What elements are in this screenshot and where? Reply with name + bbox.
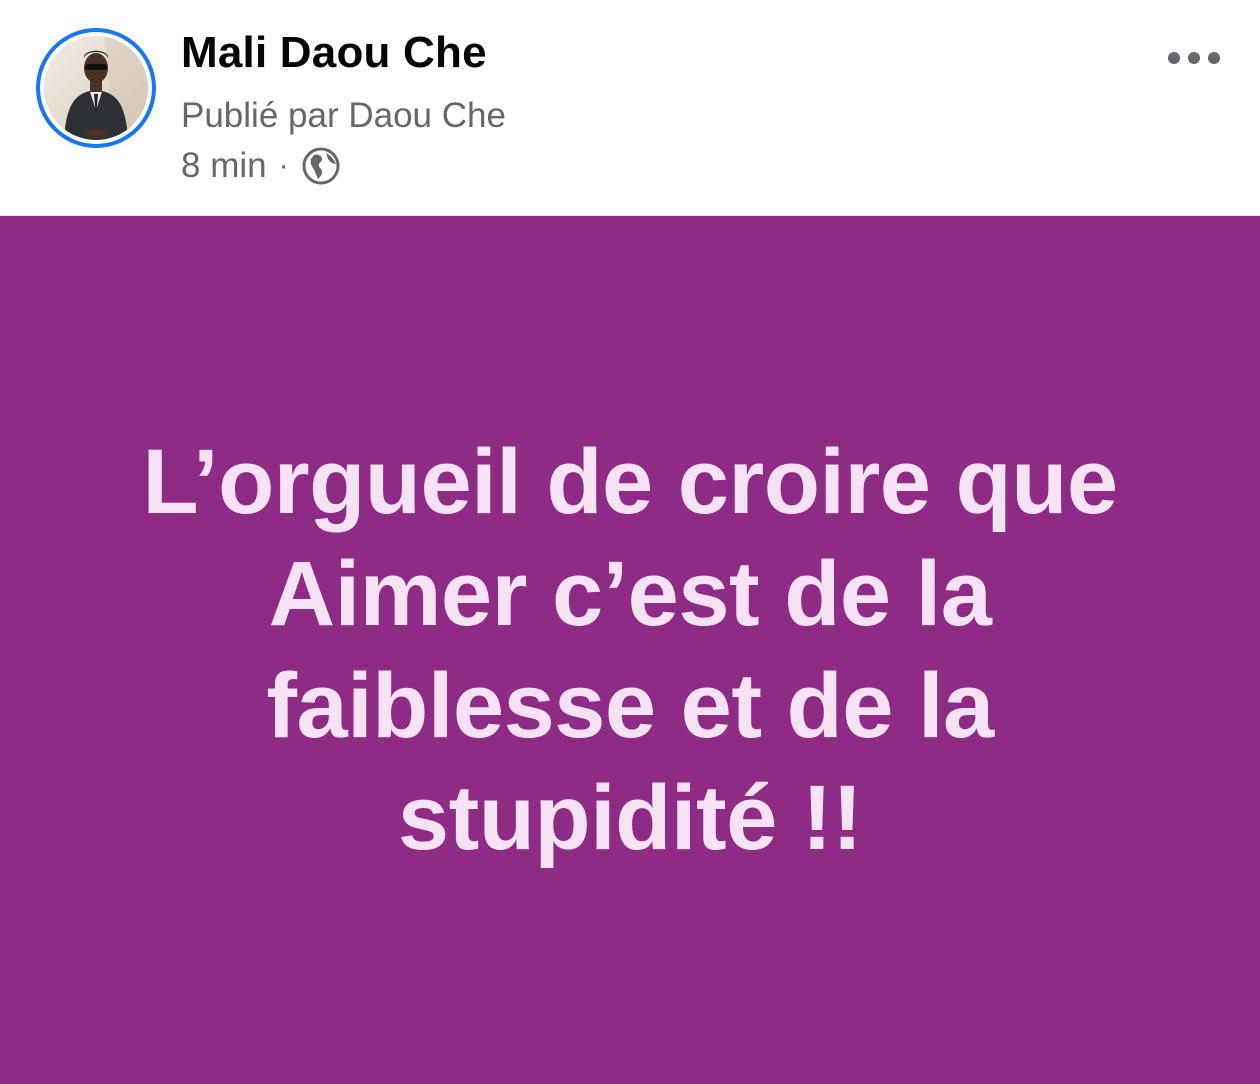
globe-icon[interactable]	[301, 146, 341, 186]
post-text: L’orgueil de croire que Aimer c’est de l…	[20, 426, 1240, 874]
more-options-dot	[1208, 52, 1220, 64]
post-text-line: faiblesse et de la	[266, 655, 994, 757]
more-options-icon	[1168, 52, 1180, 64]
more-options-button[interactable]	[1168, 42, 1220, 74]
post-text-line: stupidité !!	[397, 767, 863, 869]
more-options-dot	[1188, 52, 1200, 64]
avatar-photo	[44, 36, 148, 140]
post-meta: 8 min ·	[181, 146, 341, 186]
meta-separator: ·	[278, 149, 289, 182]
published-by-label: Publié par Daou Che	[181, 96, 506, 135]
timestamp[interactable]: 8 min	[181, 146, 267, 186]
person-portrait-icon	[64, 36, 148, 140]
post-background: L’orgueil de croire que Aimer c’est de l…	[0, 216, 1260, 1084]
post-text-line: L’orgueil de croire que	[142, 431, 1118, 533]
author-name[interactable]: Mali Daou Che	[181, 28, 487, 78]
post-text-line: Aimer c’est de la	[268, 543, 992, 645]
post-header: Mali Daou Che Publié par Daou Che 8 min …	[0, 0, 1260, 216]
avatar[interactable]	[36, 28, 156, 148]
avatar-border	[40, 32, 152, 144]
